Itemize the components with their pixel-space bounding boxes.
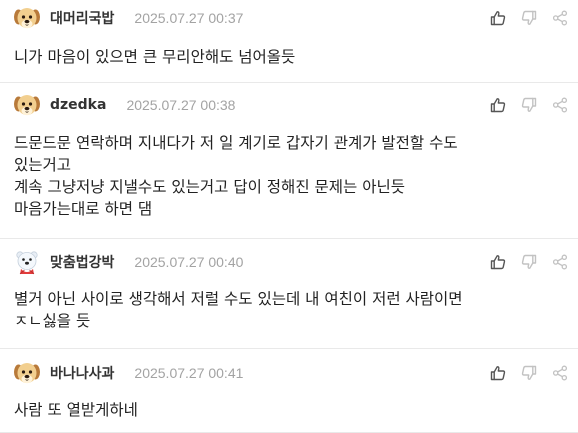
nickname[interactable]: 바나나사과 — [50, 363, 114, 383]
comment-meta: dzedka 2025.07.27 00:38 — [12, 90, 235, 120]
timestamp: 2025.07.27 00:41 — [134, 365, 244, 381]
comment-line: 니가 마음이 있으면 큰 무리안해도 넘어올듯 — [14, 48, 296, 66]
share-icon[interactable] — [552, 97, 568, 113]
thumbs-up-icon[interactable] — [490, 97, 506, 113]
comment-body: 니가 마음이 있으면 큰 무리안해도 넘어올듯 — [14, 46, 564, 68]
puppy-avatar[interactable] — [12, 3, 42, 33]
comment-meta: 대머리국밥 2025.07.27 00:37 — [12, 3, 243, 33]
thumbs-up-icon[interactable] — [490, 254, 506, 270]
comment-line: 별거 아닌 사이로 생각해서 저럴 수도 있는데 내 여친이 저런 사람이면 — [14, 290, 463, 308]
nickname[interactable]: 맞춤법강박 — [50, 252, 114, 272]
puppy-avatar[interactable] — [12, 90, 42, 120]
comment-meta: 바나나사과 2025.07.27 00:41 — [12, 358, 243, 388]
thumbs-down-icon[interactable] — [521, 97, 537, 113]
comment-actions — [490, 254, 568, 270]
comment-body: 사람 또 열받게하네 — [14, 399, 564, 421]
comment-item: 대머리국밥 2025.07.27 00:37 니가 마음이 있으면 큰 무리안해… — [0, 0, 578, 83]
comment-actions — [490, 97, 568, 113]
timestamp: 2025.07.27 00:37 — [134, 10, 244, 26]
thumbs-up-icon[interactable] — [490, 365, 506, 381]
thumbs-down-icon[interactable] — [521, 254, 537, 270]
comment-line: 드문드문 연락하며 지내다가 저 일 계기로 갑자기 관계가 발전할 수도 — [14, 134, 458, 152]
timestamp: 2025.07.27 00:40 — [134, 254, 244, 270]
share-icon[interactable] — [552, 254, 568, 270]
comment-actions — [490, 10, 568, 26]
puppy-avatar[interactable] — [12, 358, 42, 388]
comment-line: 마음가는대로 하면 댐 — [14, 200, 153, 218]
comment-item: dzedka 2025.07.27 00:38 드문드문 연락하며 지내다가 저… — [0, 83, 578, 239]
polar-bear-avatar[interactable] — [12, 247, 42, 277]
thumbs-down-icon[interactable] — [521, 10, 537, 26]
thumbs-down-icon[interactable] — [521, 365, 537, 381]
comment-line: ㅈㄴ싫을 듯 — [14, 312, 91, 330]
comment-item: 바나나사과 2025.07.27 00:41 사람 또 열받게하네 — [0, 349, 578, 433]
nickname[interactable]: dzedka — [50, 97, 106, 113]
comment-line: 있는거고 — [14, 156, 72, 174]
thumbs-up-icon[interactable] — [490, 10, 506, 26]
comment-line: 사람 또 열받게하네 — [14, 401, 138, 419]
comment-body: 별거 아닌 사이로 생각해서 저럴 수도 있는데 내 여친이 저런 사람이면 ㅈ… — [14, 288, 564, 332]
comment-actions — [490, 365, 568, 381]
comment-item: 맞춤법강박 2025.07.27 00:40 별거 아닌 사이로 생각해서 저럴… — [0, 239, 578, 349]
comment-body: 드문드문 연락하며 지내다가 저 일 계기로 갑자기 관계가 발전할 수도 있는… — [14, 132, 564, 220]
nickname[interactable]: 대머리국밥 — [50, 8, 114, 28]
share-icon[interactable] — [552, 10, 568, 26]
share-icon[interactable] — [552, 365, 568, 381]
timestamp: 2025.07.27 00:38 — [126, 97, 236, 113]
comment-meta: 맞춤법강박 2025.07.27 00:40 — [12, 247, 243, 277]
comment-line: 계속 그냥저냥 지낼수도 있는거고 답이 정해진 문제는 아닌듯 — [14, 178, 405, 196]
